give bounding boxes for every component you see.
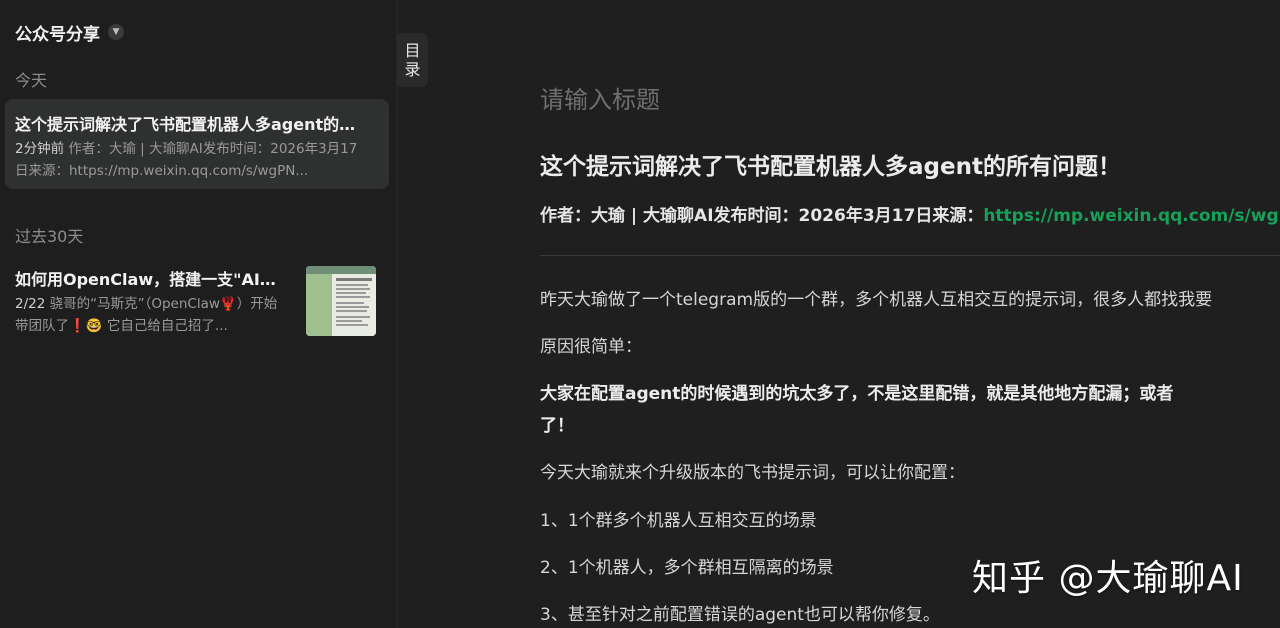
source-link[interactable]: https://mp.weixin.qq.com/s/wgPN (983, 206, 1280, 226)
sidebar: 公众号分享 ▼ 今天 这个提示词解决了飞书配置机器人多agent的所有问题！ 2… (0, 0, 397, 628)
list-item-time: 2/22 (15, 296, 46, 312)
paragraph-bold[interactable]: 大家在配置agent的时候遇到的坑太多了，不是这里配错，就是其他地方配漏；或者 (540, 379, 1173, 404)
list-paragraph[interactable]: 3、甚至针对之前配置错误的agent也可以帮你修复。 (540, 600, 940, 625)
sidebar-title: 公众号分享 (15, 24, 100, 45)
list-item-time: 2分钟前 (15, 141, 65, 157)
article-meta[interactable]: 作者：大瑜 | 大瑜聊AI发布时间：2026年3月17日来源：https://m… (540, 201, 1280, 226)
list-item-preview: 2/22 骁哥的“马斯克”（OpenClaw🦞）开始带团队了❗🤓 它自己给自己招… (15, 293, 290, 337)
divider (540, 255, 1280, 256)
list-item-preview-text: 作者：大瑜 | 大瑜聊AI发布时间：2026年3月17日来源：https://m… (15, 141, 358, 179)
paragraph[interactable]: 今天大瑜就来个升级版本的飞书提示词，可以让你配置： (540, 458, 965, 483)
watermark: 知乎 @大瑜聊AI (972, 558, 1244, 599)
list-item-preview-text: 骁哥的“马斯克”（OpenClaw🦞）开始带团队了❗🤓 它自己给自己招了... (15, 296, 278, 334)
article-heading[interactable]: 这个提示词解决了飞书配置机器人多agent的所有问题！ (540, 147, 1121, 181)
list-item-preview: 2分钟前 作者：大瑜 | 大瑜聊AI发布时间：2026年3月17日来源：http… (15, 138, 365, 182)
list-item[interactable]: 如何用OpenClaw，搭建一支"AI团队" 2/22 骁哥的“马斯克”（Ope… (5, 258, 389, 342)
paragraph[interactable]: 昨天大瑜做了一个telegram版的一个群，多个机器人互相交互的提示词，很多人都… (540, 285, 1212, 310)
list-paragraph[interactable]: 2、1个机器人，多个群相互隔离的场景 (540, 553, 834, 578)
section-label-past30: 过去30天 (15, 227, 84, 246)
list-item-selected[interactable]: 这个提示词解决了飞书配置机器人多agent的所有问题！ 2分钟前 作者：大瑜 |… (5, 99, 389, 189)
sidebar-header[interactable]: 公众号分享 ▼ (15, 20, 124, 45)
section-label-today: 今天 (15, 71, 48, 90)
toc-toggle-button[interactable]: 目录 (397, 33, 428, 87)
paragraph-bold-continued[interactable]: 了！ (540, 411, 574, 436)
article-meta-text: 作者：大瑜 | 大瑜聊AI发布时间：2026年3月17日来源： (540, 206, 984, 226)
list-item-title: 如何用OpenClaw，搭建一支"AI团队" (15, 270, 290, 289)
paragraph[interactable]: 原因很简单： (540, 332, 642, 357)
editor-pane: 请输入标题 这个提示词解决了飞书配置机器人多agent的所有问题！ 作者：大瑜 … (398, 0, 1280, 628)
list-item-thumbnail (306, 266, 376, 336)
title-input[interactable]: 请输入标题 (540, 80, 660, 115)
thumbnail-image (306, 266, 376, 336)
chevron-down-icon[interactable]: ▼ (108, 24, 124, 40)
list-item-title: 这个提示词解决了飞书配置机器人多agent的所有问题！ (15, 115, 365, 134)
list-paragraph[interactable]: 1、1个群多个机器人互相交互的场景 (540, 506, 817, 531)
